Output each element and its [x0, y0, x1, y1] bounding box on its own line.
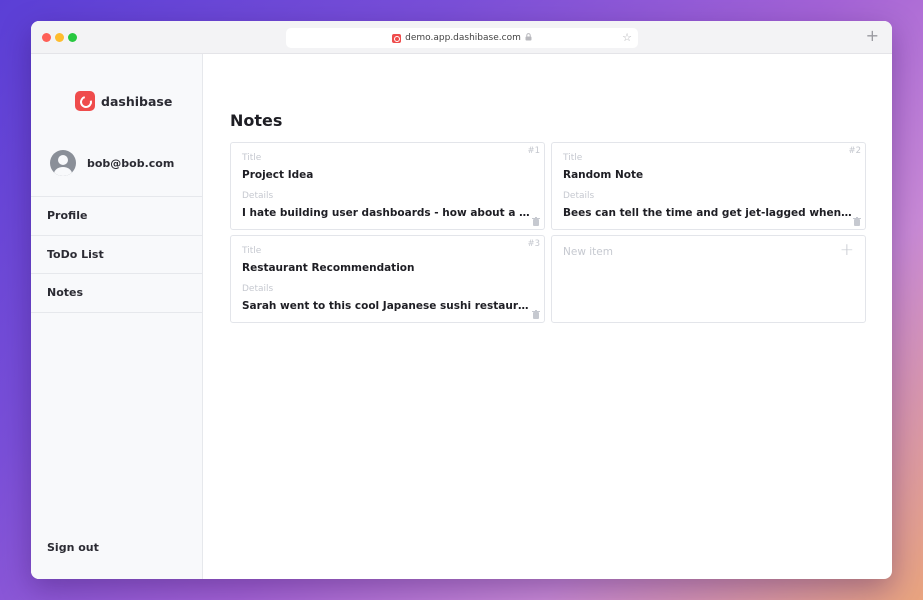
plus-icon[interactable]: + [866, 27, 879, 45]
details-label: Details [242, 284, 274, 294]
details-label: Details [563, 191, 595, 201]
plus-icon[interactable]: + [840, 240, 854, 260]
address-bar[interactable]: demo.app.dashibase.com ☆ [286, 28, 638, 48]
page-title: Notes [230, 111, 283, 130]
note-number: #3 [527, 239, 540, 249]
note-card[interactable]: #3 Title Restaurant Recommendation Detai… [230, 235, 545, 323]
note-card[interactable]: #1 Title Project Idea Details I hate bui… [230, 142, 545, 230]
sidebar-nav: Profile ToDo List Notes [31, 196, 202, 313]
sidebar-item-profile[interactable]: Profile [31, 197, 202, 236]
note-number: #2 [848, 146, 861, 156]
sidebar: dashibase bob@bob.com Profile ToDo List … [31, 54, 203, 579]
note-number: #1 [527, 146, 540, 156]
url-text: demo.app.dashibase.com [405, 33, 521, 43]
trash-icon[interactable] [532, 217, 540, 226]
dashibase-favicon-icon [392, 33, 402, 43]
user-info: bob@bob.com [50, 150, 174, 176]
browser-titlebar: demo.app.dashibase.com ☆ + [31, 21, 892, 54]
sidebar-item-notes[interactable]: Notes [31, 274, 202, 313]
user-avatar-icon [50, 150, 76, 176]
note-title[interactable]: Project Idea [242, 169, 532, 181]
brand[interactable]: dashibase [75, 91, 172, 111]
brand-name: dashibase [101, 93, 173, 109]
title-label: Title [563, 153, 583, 163]
note-details[interactable]: Sarah went to this cool Japanese sushi r… [242, 300, 532, 312]
note-title[interactable]: Random Note [563, 169, 853, 181]
dashibase-logo-icon [75, 91, 95, 111]
minimize-window-button[interactable] [55, 33, 64, 42]
sign-out-button[interactable]: Sign out [47, 541, 99, 554]
details-label: Details [242, 191, 274, 201]
sidebar-item-todo-list[interactable]: ToDo List [31, 236, 202, 274]
maximize-window-button[interactable] [68, 33, 77, 42]
browser-window: demo.app.dashibase.com ☆ + dashibase bob… [31, 21, 892, 579]
note-card[interactable]: #2 Title Random Note Details Bees can te… [551, 142, 866, 230]
trash-icon[interactable] [853, 217, 861, 226]
trash-icon[interactable] [532, 310, 540, 319]
note-title[interactable]: Restaurant Recommendation [242, 262, 532, 274]
title-label: Title [242, 153, 262, 163]
note-details[interactable]: I hate building user dashboards - how ab… [242, 207, 532, 219]
new-item-card[interactable]: New item + [551, 235, 866, 323]
new-item-label: New item [563, 246, 613, 258]
note-details[interactable]: Bees can tell the time and get jet-lagge… [563, 207, 853, 219]
lock-icon [525, 33, 532, 43]
close-window-button[interactable] [42, 33, 51, 42]
main-content: Notes #1 Title Project Idea Details I ha… [203, 54, 892, 579]
title-label: Title [242, 246, 262, 256]
star-icon[interactable]: ☆ [622, 31, 632, 44]
user-email: bob@bob.com [87, 156, 175, 170]
